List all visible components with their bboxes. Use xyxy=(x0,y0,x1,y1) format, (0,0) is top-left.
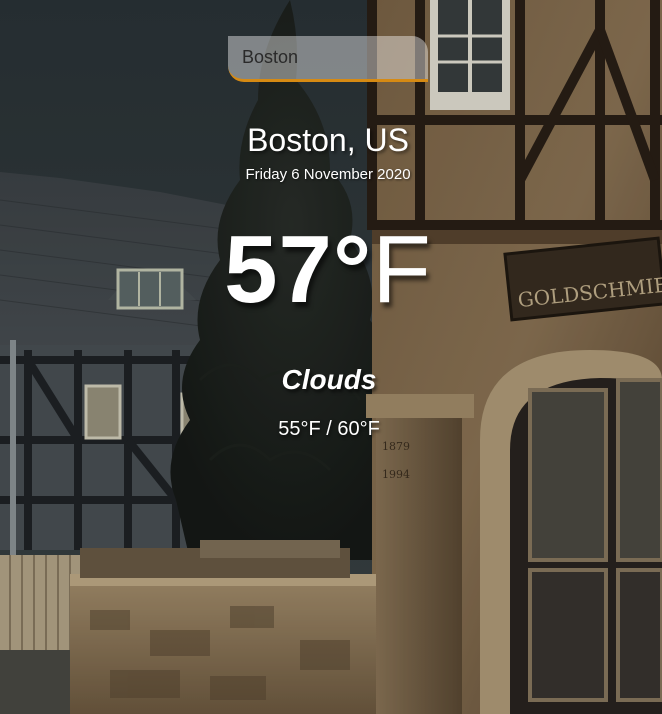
current-temperature: 57°F xyxy=(0,220,656,320)
temperature-range: 55°F / 60°F xyxy=(278,418,380,440)
temperature-unit: F xyxy=(372,216,432,323)
search-input[interactable] xyxy=(228,36,428,82)
background-image: GOLDSCHMIED 1879 1994 xyxy=(0,0,662,714)
date-label: Friday 6 November 2020 xyxy=(245,166,411,183)
weather-condition: Clouds xyxy=(281,364,377,395)
location-title: Boston, US xyxy=(247,122,409,158)
search-box xyxy=(228,36,428,82)
temperature-value: 57° xyxy=(224,216,373,323)
